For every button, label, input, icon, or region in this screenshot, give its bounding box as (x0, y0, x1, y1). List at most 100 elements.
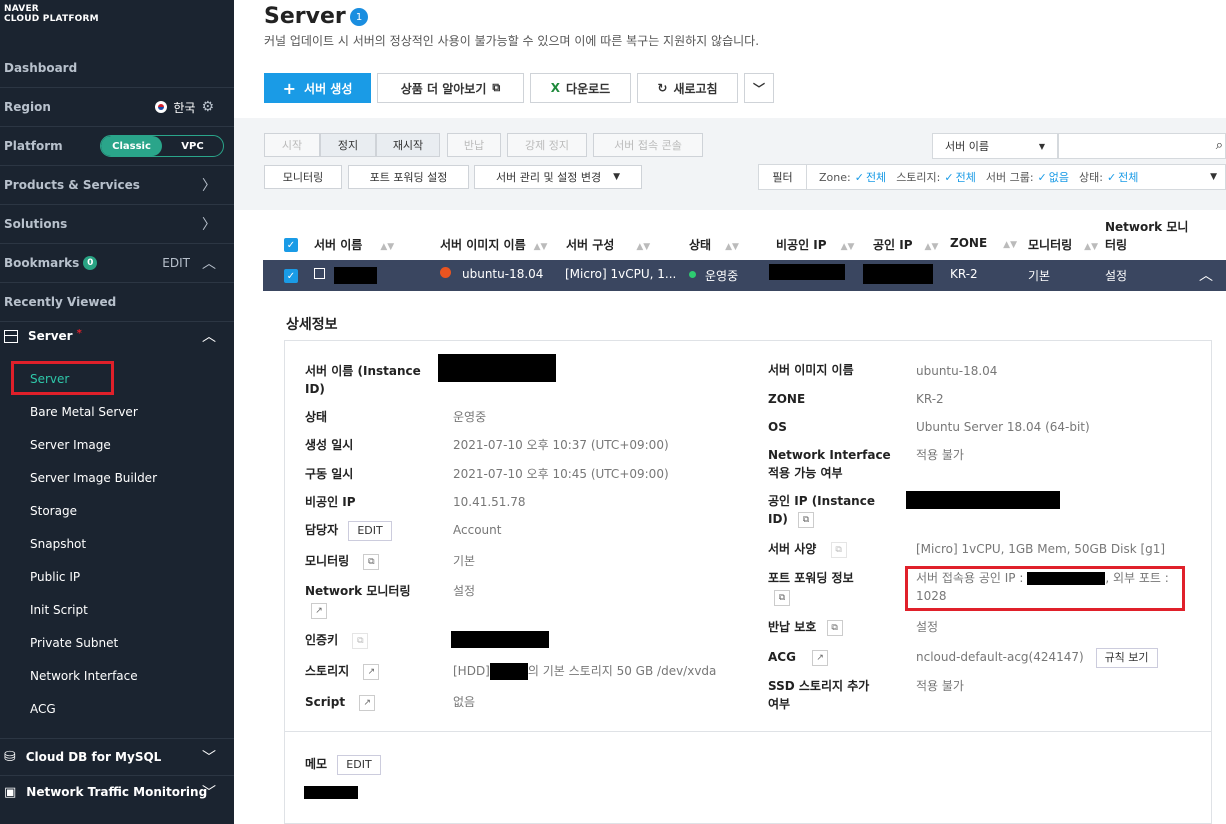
col-server-name[interactable]: 서버 이름 ▲▼ (314, 236, 394, 253)
select-all-checkbox[interactable]: ✓ (284, 238, 298, 252)
sort-icon: ▲▼ (725, 242, 739, 252)
stop-button[interactable]: 정지 (320, 133, 376, 157)
label-script: Script ↗ (305, 693, 376, 711)
copy-icon[interactable]: ⧉ (363, 553, 380, 570)
search-field-select[interactable]: 서버 이름 ▼ (932, 133, 1058, 159)
owner-edit-button[interactable]: EDIT (348, 521, 392, 541)
return-button[interactable]: 반납 (447, 133, 501, 157)
copy-icon[interactable]: ⧉ (774, 589, 790, 606)
platform-vpc-option[interactable]: VPC (162, 136, 223, 156)
sort-icon: ▲▼ (533, 242, 548, 252)
platform-classic-option[interactable]: Classic (101, 136, 162, 156)
copy-icon[interactable]: ⧉ (797, 511, 814, 528)
sidebar-item-platform: Platform Classic VPC (0, 127, 234, 166)
col-private-ip[interactable]: 비공인 IP ▲▼ (776, 236, 854, 253)
external-link-icon[interactable]: ↗ (311, 602, 327, 619)
platform-toggle[interactable]: Classic VPC (100, 135, 224, 157)
sidebar-item-region[interactable]: Region 한국 ⚙ (0, 88, 234, 127)
sidebar-sub-server-image[interactable]: Server Image (30, 438, 111, 452)
sidebar-sub-private-subnet[interactable]: Private Subnet (30, 636, 118, 650)
sidebar-sub-init-script[interactable]: Init Script (30, 603, 88, 617)
start-button[interactable]: 시작 (264, 133, 320, 157)
server-manage-dropdown[interactable]: 서버 관리 및 설정 변경 ▼ (474, 165, 642, 189)
label-network-monitoring: Network 모니터링 ↗ (305, 582, 411, 619)
col-network-monitoring[interactable]: Network 모니 터링 (1105, 218, 1188, 254)
sidebar-sub-bare-metal[interactable]: Bare Metal Server (30, 405, 138, 419)
caret-down-icon[interactable]: ▼ (1210, 172, 1217, 182)
sidebar-sub-image-builder[interactable]: Server Image Builder (30, 471, 157, 485)
col-status[interactable]: 상태 ▲▼ (689, 236, 739, 253)
label-os: OS (768, 420, 787, 434)
sort-icon: ▲▼ (840, 242, 855, 252)
copy-icon[interactable]: ⧉ (352, 632, 369, 649)
search-icon[interactable]: ⌕ (1216, 138, 1223, 153)
external-link-icon[interactable]: ↗ (812, 649, 829, 666)
console-button[interactable]: 서버 접속 콘솔 (593, 133, 703, 157)
col-public-ip[interactable]: 공인 IP ▲▼ (873, 236, 938, 253)
sidebar-item-bookmarks[interactable]: Bookmarks 0 EDIT ︿ (0, 244, 234, 283)
filter-storage-value[interactable]: 전체 (956, 169, 976, 185)
sidebar-sub-public-ip[interactable]: Public IP (30, 570, 80, 584)
copy-icon[interactable]: ⧉ (830, 541, 847, 558)
sort-icon: ▲▼ (1084, 242, 1099, 252)
create-server-button[interactable]: + 서버 생성 (264, 73, 371, 103)
sidebar-sub-snapshot[interactable]: Snapshot (30, 537, 86, 551)
restart-button[interactable]: 재시작 (376, 133, 440, 157)
more-dropdown-button[interactable]: ﹀ (744, 73, 774, 103)
sidebar-group-cloud-db[interactable]: ⛁ Cloud DB for MySQL ﹀ (0, 738, 234, 776)
sidebar-sub-acg[interactable]: ACG (30, 702, 56, 716)
filter-button[interactable]: 필터 (759, 164, 807, 190)
redacted-server-name-detail (438, 354, 556, 382)
toolbar-area: 시작 정지 재시작 반납 강제 정지 서버 접속 콘솔 모니터링 포트 포워딩 … (234, 118, 1226, 210)
sidebar-item-recently-viewed[interactable]: Recently Viewed (0, 283, 234, 322)
sidebar-group-ntm[interactable]: ▣ Network Traffic Monitoring ﹀ (0, 773, 234, 811)
main-content: Server 1 커널 업데이트 시 서버의 정상적인 사용이 불가능할 수 있… (234, 0, 1226, 824)
chevron-up-icon[interactable]: ︿ (202, 326, 216, 346)
sidebar-item-products[interactable]: Products & Services 〉 (0, 166, 234, 205)
sidebar: NAVER CLOUD PLATFORM Dashboard Region 한국… (0, 0, 234, 824)
table-row[interactable]: ✓ ubuntu-18.04 [Micro] 1vCPU, 1... 운영중 K… (263, 260, 1226, 291)
external-link-icon[interactable]: ↗ (363, 663, 380, 680)
col-spec[interactable]: 서버 구성 ▲▼ (566, 236, 650, 253)
memo-edit-button[interactable]: EDIT (337, 755, 381, 775)
gear-icon[interactable]: ⚙ (201, 99, 214, 115)
port-forwarding-button[interactable]: 포트 포워딩 설정 (348, 165, 469, 189)
col-image-name[interactable]: 서버 이미지 이름 ▲▼ (440, 236, 547, 253)
sidebar-item-dashboard[interactable]: Dashboard (0, 49, 234, 88)
learn-more-button[interactable]: 상품 더 알아보기 ⧉ (377, 73, 524, 103)
acg-rules-button[interactable]: 규칙 보기 (1095, 648, 1158, 668)
search-input[interactable]: ⌕ (1058, 133, 1226, 159)
chevron-up-icon[interactable]: ︿ (202, 253, 216, 273)
monitor-icon: ▣ (4, 784, 17, 800)
value-created: 2021-07-10 오후 10:37 (UTC+09:00) (453, 438, 669, 452)
memo-panel (284, 732, 1212, 824)
monitoring-button[interactable]: 모니터링 (264, 165, 342, 189)
value-os: Ubuntu Server 18.04 (64-bit) (916, 420, 1090, 434)
sidebar-item-solutions[interactable]: Solutions 〉 (0, 205, 234, 244)
label-server-name: 서버 이름 (Instance ID) (305, 364, 421, 396)
row-zone: KR-2 (950, 267, 978, 281)
col-zone[interactable]: ZONE ▲▼ (950, 236, 1017, 250)
filter-status-value[interactable]: 전체 (1118, 169, 1138, 185)
logo: NAVER CLOUD PLATFORM (4, 4, 99, 24)
sidebar-sub-network-interface[interactable]: Network Interface (30, 669, 138, 683)
download-button[interactable]: X 다운로드 (530, 73, 631, 103)
copy-icon[interactable]: ⧉ (826, 619, 843, 636)
bookmarks-edit-link[interactable]: EDIT (162, 256, 190, 270)
refresh-button[interactable]: ↻ 새로고침 (637, 73, 738, 103)
label-image: 서버 이미지 이름 (768, 363, 854, 377)
filter-group-value[interactable]: 없음 (1049, 169, 1069, 185)
filter-zone-value[interactable]: 전체 (866, 169, 886, 185)
col-monitoring[interactable]: 모니터링 ▲▼ (1028, 236, 1098, 253)
sidebar-group-server[interactable]: Server * ︿ (0, 322, 234, 350)
row-checkbox[interactable]: ✓ (284, 269, 298, 283)
value-zone: KR-2 (916, 392, 944, 406)
force-stop-button[interactable]: 강제 정지 (507, 133, 587, 157)
value-ni: 적용 불가 (916, 448, 964, 462)
check-icon: ✓ (1106, 170, 1117, 184)
chevron-down-icon: ﹀ (202, 785, 216, 801)
external-link-icon[interactable]: ↗ (359, 694, 376, 711)
label-private-ip: 비공인 IP (305, 495, 356, 509)
chevron-up-icon[interactable]: ︿ (1199, 265, 1213, 285)
sidebar-sub-storage[interactable]: Storage (30, 504, 77, 518)
